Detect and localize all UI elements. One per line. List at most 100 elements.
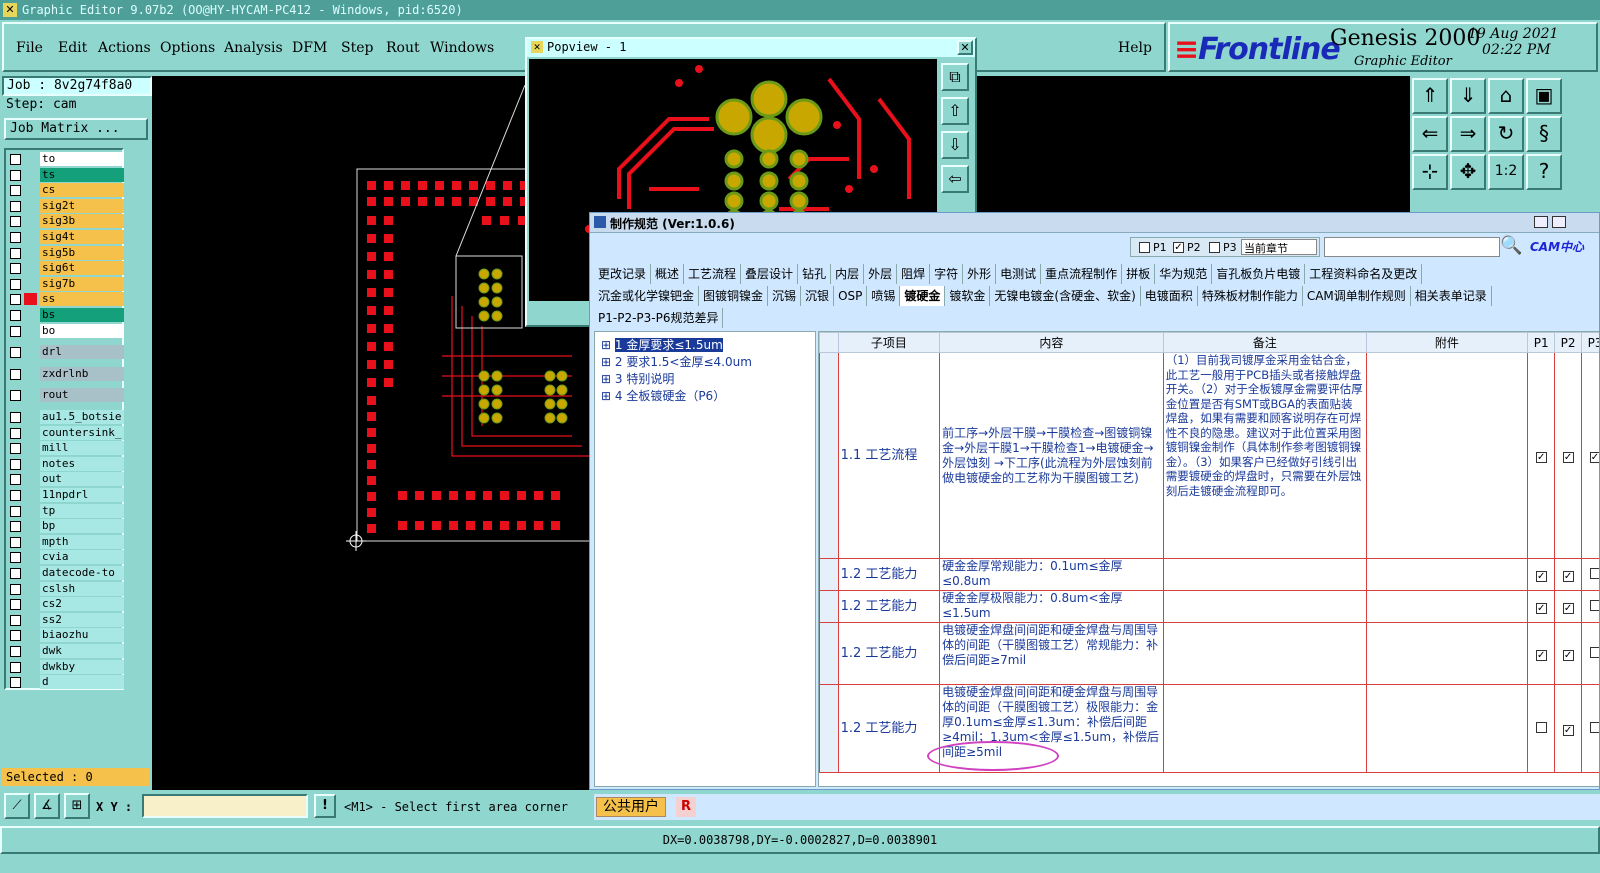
- pan-down-icon[interactable]: ⇩: [941, 131, 969, 159]
- layer-row-biaozhu[interactable]: biaozhu: [8, 628, 124, 643]
- col-note[interactable]: 备注: [1162, 332, 1367, 353]
- layer-checkbox[interactable]: [10, 474, 21, 486]
- table-row[interactable]: 1.1 工艺流程 前工序→外层干膜→干膜检查→图镀铜镍金→外层干膜1→干膜检查1→…: [819, 352, 1599, 559]
- tree-label[interactable]: 4 全板镀硬金（P6）: [615, 389, 725, 403]
- p1-checkbox[interactable]: ✓: [1535, 649, 1547, 661]
- layer-checkbox[interactable]: [10, 677, 21, 689]
- layer-checkbox[interactable]: [10, 427, 21, 439]
- spec-window[interactable]: 制作规范 (Ver:1.0.6) P1 ✓ P2 P3 当前章节 🔍 CAM中心…: [589, 212, 1600, 790]
- tab-tabs_row2-9[interactable]: 电镀面积: [1141, 286, 1198, 306]
- layer-row-sig4t[interactable]: sig4t: [8, 230, 124, 244]
- layer-checkbox[interactable]: [10, 310, 21, 321]
- zoom-in-icon[interactable]: ⇑: [1412, 78, 1448, 114]
- zoom-out-icon[interactable]: ⇓: [1450, 78, 1486, 114]
- p1-checkbox[interactable]: [1535, 721, 1547, 733]
- scope-select[interactable]: 当前章节: [1241, 239, 1317, 255]
- layer-checkbox[interactable]: [10, 490, 21, 501]
- popview-titlebar[interactable]: ✕ Popview - 1 ✕: [527, 39, 975, 57]
- layer-row-au1.5_botsie[interactable]: au1.5_botsie: [8, 410, 124, 424]
- layer-checkbox[interactable]: [10, 247, 21, 259]
- search-icon[interactable]: 🔍: [1500, 235, 1522, 256]
- layer-row-dwkby[interactable]: dwkby: [8, 659, 124, 674]
- layer-row-countersink_[interactable]: countersink_: [8, 425, 124, 440]
- table-row[interactable]: 1.2 工艺能力 硬金金厚常规能力：0.1um≤金厚≤0.8um ✓ ✓: [819, 558, 1599, 591]
- layer-checkbox[interactable]: [10, 630, 21, 642]
- layer-checkbox[interactable]: [10, 661, 21, 673]
- tab-tabs_row2-3[interactable]: 沉银: [801, 286, 835, 306]
- layer-row-sig7b[interactable]: sig7b: [8, 276, 124, 291]
- layer-checkbox[interactable]: [10, 505, 21, 517]
- layer-row-ss2[interactable]: ss2: [8, 612, 124, 627]
- col-p1[interactable]: P1: [1527, 332, 1556, 353]
- layer-row-dwk[interactable]: dwk: [8, 644, 124, 658]
- layer-row-out[interactable]: out: [8, 472, 124, 487]
- layer-checkbox[interactable]: [10, 646, 21, 657]
- center-icon[interactable]: ✥: [1450, 154, 1486, 190]
- p2-checkbox[interactable]: ✓: [1562, 570, 1574, 582]
- p3-checkbox[interactable]: [1589, 646, 1599, 658]
- layer-row-to[interactable]: to: [8, 152, 124, 166]
- pan-left-icon[interactable]: ⇦: [941, 165, 969, 193]
- pan-up-icon[interactable]: ⇧: [941, 97, 969, 125]
- layer-name[interactable]: out: [40, 472, 124, 487]
- table-row[interactable]: 1.2 工艺能力 电镀硬金焊盘间间距和硬金焊盘与周围导体的间距（干膜图镀工艺）常规…: [819, 622, 1599, 685]
- layer-name[interactable]: cs2: [40, 597, 124, 612]
- layer-name[interactable]: mill: [40, 441, 124, 456]
- p3-checkbox[interactable]: [1589, 567, 1599, 579]
- layer-checkbox[interactable]: [10, 294, 21, 306]
- layer-name[interactable]: sig4t: [40, 230, 124, 244]
- layer-row-mpth[interactable]: mpth: [8, 534, 124, 549]
- layer-name[interactable]: sig6t: [40, 261, 124, 276]
- minimize-button[interactable]: [1534, 216, 1548, 228]
- layer-name[interactable]: rout: [40, 388, 124, 403]
- grid-icon[interactable]: ⊞: [64, 793, 90, 819]
- layer-name[interactable]: notes: [40, 456, 124, 471]
- col-attachment[interactable]: 附件: [1365, 332, 1529, 353]
- user-badge[interactable]: 公共用户: [596, 797, 666, 817]
- p3-checkbox[interactable]: ✓: [1589, 451, 1599, 463]
- layer-checkbox[interactable]: [10, 185, 21, 197]
- tab-tabs_row1-3[interactable]: 叠层设计: [741, 264, 799, 284]
- tab-tabs_row2-8[interactable]: 无镍电镀金(含硬金、软金): [990, 286, 1141, 306]
- layer-checkbox[interactable]: [10, 599, 21, 611]
- layer-name[interactable]: ss2: [40, 612, 124, 627]
- layer-row-ts[interactable]: ts: [8, 167, 124, 182]
- col-p2[interactable]: P2: [1554, 332, 1582, 353]
- expand-icon[interactable]: ⊞: [601, 372, 615, 386]
- menu-windows[interactable]: Windows: [430, 40, 494, 56]
- layer-checkbox[interactable]: [10, 263, 21, 275]
- layer-row-cs2[interactable]: cs2: [8, 597, 124, 612]
- layer-name[interactable]: dwkby: [40, 659, 124, 674]
- layer-name[interactable]: to: [40, 152, 124, 166]
- tab-tabs_row2-4[interactable]: OSP: [834, 286, 868, 306]
- menu-dfm[interactable]: DFM: [292, 40, 327, 56]
- p3-filter-checkbox[interactable]: [1209, 242, 1220, 253]
- layer-checkbox[interactable]: [10, 412, 21, 423]
- tab-tabs_row2-0[interactable]: 沉金或化学镍钯金: [594, 286, 700, 306]
- menu-step[interactable]: Step: [341, 40, 373, 56]
- tab-tabs_row2-1[interactable]: 图镀铜镍金: [699, 286, 769, 306]
- layer-name[interactable]: sig2t: [40, 198, 124, 213]
- layer-row-bo[interactable]: bo: [8, 323, 124, 338]
- menu-edit[interactable]: Edit: [58, 40, 87, 56]
- menu-file[interactable]: File: [16, 40, 43, 56]
- tab-tabs_row2-6[interactable]: 镀硬金: [900, 286, 946, 306]
- layer-row-d[interactable]: d: [8, 675, 124, 690]
- layer-checkbox[interactable]: [10, 390, 21, 402]
- layer-checkbox[interactable]: [10, 368, 21, 380]
- pan-right-icon[interactable]: ⇒: [1450, 116, 1486, 152]
- layer-row-sig6t[interactable]: sig6t: [8, 261, 124, 276]
- layer-name[interactable]: mpth: [40, 534, 124, 549]
- col-p3[interactable]: P3: [1581, 332, 1599, 353]
- layer-row-zxdrlnb[interactable]: zxdrlnb: [8, 366, 124, 381]
- layer-name[interactable]: drl: [40, 345, 124, 360]
- layer-name[interactable]: ss: [40, 292, 124, 307]
- tab-tabs_row2-5[interactable]: 喷锡: [867, 286, 901, 306]
- layer-checkbox[interactable]: [10, 568, 21, 579]
- layer-row-notes[interactable]: notes: [8, 456, 124, 471]
- layer-checkbox[interactable]: [10, 443, 21, 455]
- col-content[interactable]: 内容: [939, 332, 1164, 353]
- p1-checkbox[interactable]: ✓: [1535, 451, 1547, 463]
- measure-icon[interactable]: ⊹: [1412, 154, 1448, 190]
- tab-tabs_row1-11[interactable]: 重点流程制作: [1041, 264, 1123, 284]
